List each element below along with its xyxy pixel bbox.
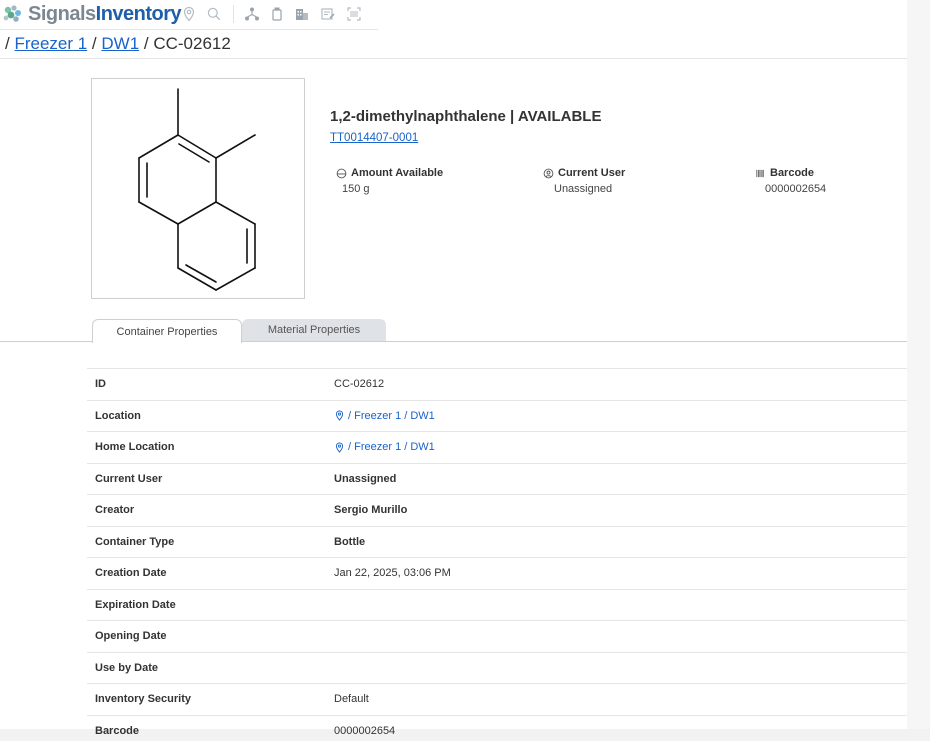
breadcrumb-freezer-link[interactable]: Freezer 1 bbox=[14, 34, 87, 53]
app-brand[interactable]: SignalsInventory bbox=[28, 2, 181, 26]
material-id-link[interactable]: TT0014407-0001 bbox=[330, 132, 418, 144]
property-row-creator: Creator Sergio Murillo bbox=[87, 494, 907, 526]
property-row-id: ID CC-02612 bbox=[87, 368, 907, 400]
property-row-expiration-date: Expiration Date bbox=[87, 589, 907, 621]
property-label: Creation Date bbox=[95, 567, 167, 579]
property-row-use-by-date: Use by Date bbox=[87, 652, 907, 684]
property-label: Creator bbox=[95, 504, 134, 516]
property-row-creation-date: Creation Date Jan 22, 2025, 03:06 PM bbox=[87, 557, 907, 589]
building-icon[interactable] bbox=[294, 6, 310, 22]
property-value: 0000002654 bbox=[334, 725, 395, 737]
property-row-container-type: Container Type Bottle bbox=[87, 526, 907, 558]
property-row-opening-date: Opening Date bbox=[87, 620, 907, 652]
property-value: Sergio Murillo bbox=[334, 504, 407, 516]
property-label: Opening Date bbox=[95, 630, 167, 642]
breadcrumb-separator: / bbox=[87, 34, 101, 53]
location-icon[interactable] bbox=[181, 6, 197, 22]
tab-material-properties[interactable]: Material Properties bbox=[242, 319, 386, 341]
container-icon[interactable] bbox=[269, 6, 285, 22]
property-value: Bottle bbox=[334, 536, 365, 548]
property-value: Jan 22, 2025, 03:06 PM bbox=[334, 567, 451, 579]
app-toolbar: SignalsInventory bbox=[0, 0, 378, 30]
breadcrumb-current: CC-02612 bbox=[153, 34, 231, 53]
scroll-gutter[interactable] bbox=[907, 0, 930, 741]
edit-note-icon[interactable] bbox=[320, 6, 336, 22]
chemical-structure-image bbox=[91, 78, 305, 299]
barcode-icon bbox=[755, 168, 766, 179]
property-label: Expiration Date bbox=[95, 599, 176, 611]
property-row-location: Location / Freezer 1 / DW1 bbox=[87, 400, 907, 432]
breadcrumb-dw1-link[interactable]: DW1 bbox=[101, 34, 139, 53]
property-label: ID bbox=[95, 378, 106, 390]
barcode-stat: Barcode 0000002654 bbox=[755, 167, 826, 195]
brand-signals: Signals bbox=[28, 3, 96, 25]
property-value: Unassigned bbox=[334, 473, 396, 485]
toolbar-divider bbox=[233, 5, 234, 23]
molecule-drawing bbox=[92, 79, 304, 298]
current-user-stat: Current User Unassigned bbox=[543, 167, 625, 195]
breadcrumb-separator: / bbox=[139, 34, 153, 53]
location-link-text: / Freezer 1 / DW1 bbox=[348, 410, 435, 422]
property-value: Default bbox=[334, 693, 369, 705]
property-row-inventory-security: Inventory Security Default bbox=[87, 683, 907, 715]
amount-label: Amount Available bbox=[351, 167, 443, 179]
property-label: Inventory Security bbox=[95, 693, 191, 705]
current-user-value: Unassigned bbox=[543, 183, 625, 195]
home-location-link[interactable]: / Freezer 1 / DW1 bbox=[334, 441, 435, 453]
amount-value: 150 g bbox=[336, 183, 443, 195]
current-user-label: Current User bbox=[558, 167, 625, 179]
breadcrumb: / Freezer 1 / DW1 / CC-02612 bbox=[5, 33, 231, 55]
property-row-home-location: Home Location / Freezer 1 / DW1 bbox=[87, 431, 907, 463]
amount-available-stat: Amount Available 150 g bbox=[336, 167, 443, 195]
brand-inventory: Inventory bbox=[96, 3, 182, 25]
property-label: Barcode bbox=[95, 725, 139, 737]
property-label: Current User bbox=[95, 473, 162, 485]
container-properties-table: ID CC-02612 Location / Freezer 1 / DW1 H… bbox=[87, 368, 907, 746]
property-row-barcode: Barcode 0000002654 bbox=[87, 715, 907, 746]
barcode-scan-icon[interactable] bbox=[346, 6, 362, 22]
property-value: CC-02612 bbox=[334, 378, 384, 390]
amount-gauge-icon bbox=[336, 168, 347, 179]
tab-container-properties[interactable]: Container Properties bbox=[92, 319, 242, 343]
barcode-label: Barcode bbox=[770, 167, 814, 179]
hierarchy-icon[interactable] bbox=[244, 6, 260, 22]
location-link[interactable]: / Freezer 1 / DW1 bbox=[334, 410, 435, 422]
location-pin-icon bbox=[334, 442, 345, 453]
user-icon bbox=[543, 168, 554, 179]
material-title: 1,2-dimethylnaphthalene | AVAILABLE bbox=[330, 108, 601, 125]
location-pin-icon bbox=[334, 410, 345, 421]
property-row-current-user: Current User Unassigned bbox=[87, 463, 907, 495]
signals-logo-icon bbox=[2, 4, 24, 24]
property-label: Home Location bbox=[95, 441, 174, 453]
barcode-value: 0000002654 bbox=[755, 183, 826, 195]
property-label: Location bbox=[95, 410, 141, 422]
search-icon[interactable] bbox=[206, 6, 222, 22]
property-label: Container Type bbox=[95, 536, 174, 548]
property-label: Use by Date bbox=[95, 662, 158, 674]
home-location-link-text: / Freezer 1 / DW1 bbox=[348, 441, 435, 453]
